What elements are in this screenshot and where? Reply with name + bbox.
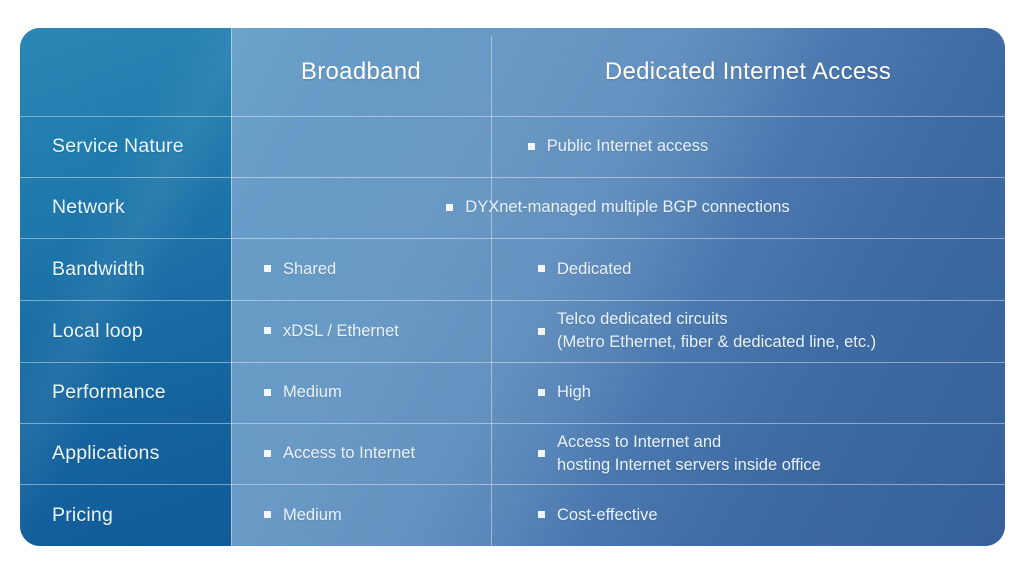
cell-pricing-dia: Cost-effective	[491, 484, 1005, 546]
cell-local-loop-dia: Telco dedicated circuits (Metro Ethernet…	[491, 300, 1005, 362]
cell-performance-dia: High	[491, 362, 1005, 423]
square-bullet-icon	[264, 511, 271, 519]
cell-text: Telco dedicated circuits (Metro Ethernet…	[557, 310, 877, 351]
row-label-text: Network	[52, 196, 125, 218]
row-label-text: Applications	[52, 442, 160, 464]
square-bullet-icon	[538, 388, 545, 396]
cell-text: Public Internet access	[546, 137, 709, 156]
table-grid: Broadband Dedicated Internet Access Serv…	[20, 28, 1005, 546]
column-header-broadband: Broadband	[231, 28, 491, 116]
row-label-text: Performance	[52, 381, 166, 403]
cell-text: DYXnet-managed multiple BGP connections	[465, 198, 790, 217]
square-bullet-icon	[264, 388, 271, 396]
cell-applications-broadband: Access to Internet	[231, 423, 491, 484]
row-label-text: Bandwidth	[52, 257, 145, 280]
square-bullet-icon	[527, 142, 535, 150]
cell-local-loop-broadband: xDSL / Ethernet	[231, 300, 491, 362]
cell-network-span: DYXnet-managed multiple BGP connections	[231, 177, 1005, 238]
square-bullet-icon	[538, 511, 545, 519]
row-label-service-nature: Service Nature	[20, 116, 231, 177]
cell-applications-dia: Access to Internet and hosting Internet …	[491, 423, 1005, 484]
column-header-broadband-label: Broadband	[300, 58, 422, 85]
cell-text: xDSL / Ethernet	[283, 321, 399, 340]
row-label-applications: Applications	[20, 423, 231, 484]
square-bullet-icon	[264, 327, 271, 335]
cell-service-nature-span: Public Internet access	[231, 116, 1005, 177]
row-label-performance: Performance	[20, 362, 231, 423]
cell-performance-broadband: Medium	[231, 362, 491, 423]
row-label-text: Service Nature	[52, 135, 184, 157]
cell-text: Dedicated	[557, 259, 632, 278]
cell-text: High	[557, 383, 591, 402]
square-bullet-icon	[538, 265, 545, 273]
cell-text: Shared	[283, 259, 337, 278]
square-bullet-icon	[264, 265, 271, 273]
cell-text: Access to Internet and hosting Internet …	[557, 432, 821, 474]
cell-text: Medium	[283, 505, 342, 524]
comparison-table: Broadband Dedicated Internet Access Serv…	[20, 28, 1005, 546]
row-label-network: Network	[20, 177, 231, 238]
slide-canvas: Broadband Dedicated Internet Access Serv…	[0, 0, 1024, 568]
square-bullet-icon	[538, 450, 545, 457]
cell-text: Cost-effective	[557, 505, 658, 524]
row-label-text: Pricing	[52, 503, 114, 526]
cell-text: Access to Internet	[283, 444, 416, 463]
row-label-text: Local loop	[52, 319, 143, 342]
square-bullet-icon	[264, 449, 271, 457]
column-header-dia-label: Dedicated Internet Access	[604, 58, 892, 85]
row-label-bandwidth: Bandwidth	[20, 238, 231, 300]
square-bullet-icon	[538, 327, 545, 335]
column-header-dia: Dedicated Internet Access	[491, 28, 1005, 116]
row-label-pricing: Pricing	[20, 484, 231, 546]
cell-pricing-broadband: Medium	[231, 484, 491, 546]
row-label-local-loop: Local loop	[20, 300, 231, 362]
square-bullet-icon	[446, 203, 454, 211]
cell-text: Medium	[283, 383, 342, 402]
cell-bandwidth-dia: Dedicated	[491, 238, 1005, 300]
cell-bandwidth-broadband: Shared	[231, 238, 491, 300]
